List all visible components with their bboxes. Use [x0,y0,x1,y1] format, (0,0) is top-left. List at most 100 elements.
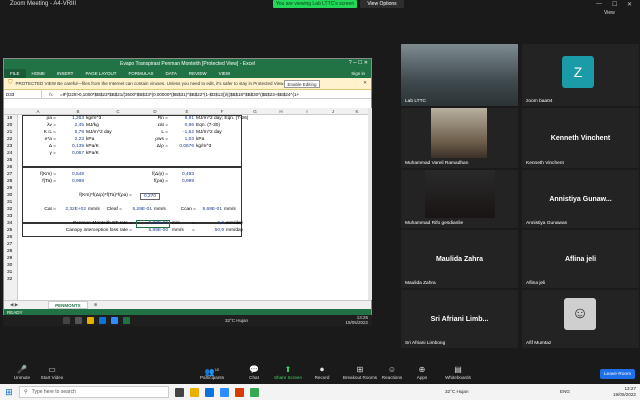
row-header[interactable]: 26 [7,235,12,240]
cell-f31[interactable]: 8,68E-01 [198,207,222,212]
row-header[interactable]: 29 [7,256,12,261]
cell-b22[interactable]: 2,23 [58,137,84,142]
row-header[interactable]: 28 [7,249,12,254]
row-header[interactable]: 31 [7,200,12,205]
col-header[interactable]: B [58,108,98,115]
col-header[interactable]: K [346,108,368,115]
whiteboards-button[interactable]: ▤ Whiteboards [436,364,480,380]
cell-a24[interactable]: γ = [24,151,56,156]
cell-e22[interactable]: 1,03 [172,137,194,142]
ribbon-tab-home[interactable]: HOME [26,71,52,76]
cell-e31[interactable]: Ccan = [170,207,196,212]
cell-d23[interactable]: Δ/ρ = [138,144,168,149]
cell-g33[interactable]: mm/day [226,221,243,226]
cell-f22[interactable]: kPa [196,137,204,142]
participant-tile-video[interactable]: Lab LTTC [401,44,518,106]
minimize-icon[interactable]: — [596,1,602,7]
col-header[interactable]: J [320,108,346,115]
vertical-scrollbar[interactable] [368,108,372,300]
sign-in-link[interactable]: Sign in [345,71,371,76]
cell-f31-unit[interactable]: mm/s [224,207,236,212]
cell-a31[interactable]: Cat = [24,207,56,212]
enable-editing-button[interactable]: Enable Editing [284,80,320,88]
col-header[interactable]: C [98,108,138,115]
cell-f21[interactable]: MJ/m^2 day [196,130,222,135]
cell-a19[interactable]: ρa = [24,116,56,121]
chrome-icon[interactable] [250,387,259,397]
close-icon[interactable]: ✕ [627,1,632,8]
windows-start-icon[interactable]: ⊞ [2,385,16,399]
row-header[interactable]: 22 [7,137,12,142]
cell-c24[interactable]: kPa/K [86,151,99,156]
cell-d27[interactable]: f(ρa) = [138,179,168,184]
row-header[interactable]: 25 [7,158,12,163]
col-header[interactable]: A [18,108,58,115]
participant-tile-name[interactable]: Kenneth Vinchent Kenneth Vinchent [522,108,639,168]
participant-tile-avatar[interactable]: ☺ Afif Mumtaz [522,290,639,348]
row-header[interactable]: 32 [7,277,12,282]
cell-a20[interactable]: λv = [24,123,56,128]
row-header[interactable]: 25 [7,228,12,233]
cell-d20[interactable]: εat = [138,123,168,128]
cell-c22[interactable]: kPa [86,137,94,142]
participant-tile-name[interactable]: Sri Afriani Limb... Sri Afriani Limbong [401,290,518,348]
cell-e20[interactable]: 0,96 [172,123,194,128]
ribbon-tab-review[interactable]: REVIEW [183,71,213,76]
row-header[interactable]: 28 [7,179,12,184]
cell-f33[interactable]: 0,6 [202,221,224,226]
cell-d31-label[interactable]: Cleaf = [100,207,122,212]
ribbon-tab-data[interactable]: DATA [160,71,183,76]
row-header[interactable]: 34 [7,221,12,226]
fx-icon[interactable]: fx [42,92,60,97]
row-header[interactable]: 30 [7,263,12,268]
row-header[interactable]: 21 [7,130,12,135]
cell-d26[interactable]: f(Δ/ρ) = [138,172,168,177]
row-header[interactable]: 23 [7,144,12,149]
cell-b26[interactable]: 0,549 [58,172,84,177]
spreadsheet-grid[interactable]: A B C D E F G H I J K 19 20 21 22 23 24 … [4,108,371,300]
ribbon-tab-formulas[interactable]: FORMULAS [123,71,160,76]
cell-f23[interactable]: kg/m^3 [196,144,211,149]
cell-d29[interactable]: 0,270 [140,193,161,200]
cell-a22[interactable]: e*a = [24,137,56,142]
cell-e21[interactable]: -1,52 [172,130,194,135]
sheet-nav-icon[interactable]: ◀ ▶ [10,302,18,308]
store-icon[interactable] [99,317,106,324]
windows-start-icon[interactable] [63,317,70,324]
cell-e34-eq[interactable]: = [192,228,195,233]
task-view-icon[interactable] [175,387,184,397]
view-button[interactable]: View [604,10,615,16]
cell-d21[interactable]: L = [138,130,168,135]
participant-tile-avatar[interactable]: Z zoom baa04 [522,44,639,106]
cell-f19[interactable]: MJ/m^2 day; Eqn. (7-26) [196,116,248,121]
cell-e27[interactable]: 0,999 [172,179,194,184]
cell-f20[interactable]: Eqn. (7-30) [196,123,220,128]
cell-d34[interactable]: 5,89E-06 [138,228,168,233]
participant-tile-name[interactable]: Maulida Zahra Maulida Zahra [401,230,518,288]
office-icon[interactable] [235,387,244,397]
formula-input[interactable]: =IF(D29>0,1000*$B$23*$B$21/(3600*$B$33*(… [60,92,299,97]
participant-tile-video[interactable]: Muhammad Rifo gesdianlie [401,170,518,228]
col-header[interactable]: E [172,108,202,115]
maximize-icon[interactable]: ☐ [612,1,617,8]
cell-e19[interactable]: 8,91 [172,116,194,121]
cell-a29[interactable]: f(Km)*f(Δ/ρ)*f(Ta)*f(ρa) = [44,193,132,198]
row-header[interactable]: 29 [7,186,12,191]
col-header[interactable]: F [202,108,242,115]
sheet-tab-penmontx[interactable]: PENMONTX [48,301,88,309]
participants-button[interactable]: 👥10 Participants [190,364,234,380]
cell-c21[interactable]: MJ/m^2 day [86,130,112,135]
start-video-button[interactable]: ▭ Start Video [30,364,74,380]
ribbon-tab-file[interactable]: FILE [4,69,26,78]
ribbon-tab-page-layout[interactable]: PAGE LAYOUT [79,71,122,76]
cell-b20[interactable]: 2,45 [58,123,84,128]
cell-c23[interactable]: kPa/K [86,144,99,149]
cell-b31[interactable]: 2,32E+02 [58,207,86,212]
cell-f34[interactable]: 50,9 [202,228,224,233]
cell-c19[interactable]: kg/m^3 [86,116,101,121]
cell-e34[interactable]: mm/s [172,228,184,233]
participant-tile-name[interactable]: Aflina jeli Aflina jeli [522,230,639,288]
leave-room-button[interactable]: Leave Room [600,369,635,379]
edge-icon[interactable] [205,387,214,397]
row-header[interactable]: 32 [7,207,12,212]
